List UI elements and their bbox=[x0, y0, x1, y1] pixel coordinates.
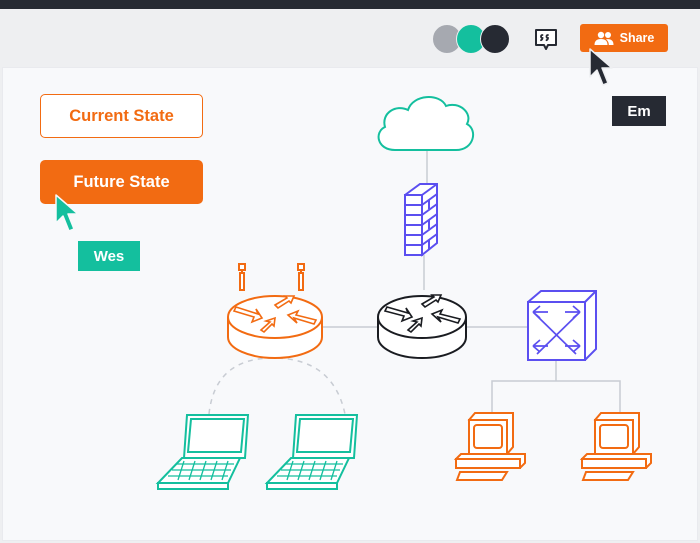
router-icon[interactable] bbox=[377, 294, 467, 359]
cloud-icon[interactable] bbox=[377, 96, 475, 151]
collaborator-name: Em bbox=[627, 102, 651, 120]
desktop-computer-icon[interactable] bbox=[579, 412, 652, 481]
laptop-icon[interactable] bbox=[264, 414, 359, 490]
collaborator-name: Wes bbox=[93, 247, 125, 265]
edge-switch-desktop-2 bbox=[556, 380, 621, 413]
collaborator-tag-em: Em bbox=[612, 96, 666, 126]
edge-wireless-laptops bbox=[208, 357, 346, 415]
laptop-icon[interactable] bbox=[155, 414, 250, 490]
em-cursor-icon bbox=[589, 48, 613, 86]
switch-icon[interactable] bbox=[527, 290, 597, 361]
wes-cursor-icon bbox=[55, 194, 79, 232]
wireless-router-icon[interactable] bbox=[227, 263, 323, 359]
edge-switch-desktop-1 bbox=[491, 380, 556, 413]
firewall-icon[interactable] bbox=[403, 183, 438, 257]
collaborator-tag-wes: Wes bbox=[78, 241, 140, 271]
desktop-computer-icon[interactable] bbox=[453, 412, 526, 481]
